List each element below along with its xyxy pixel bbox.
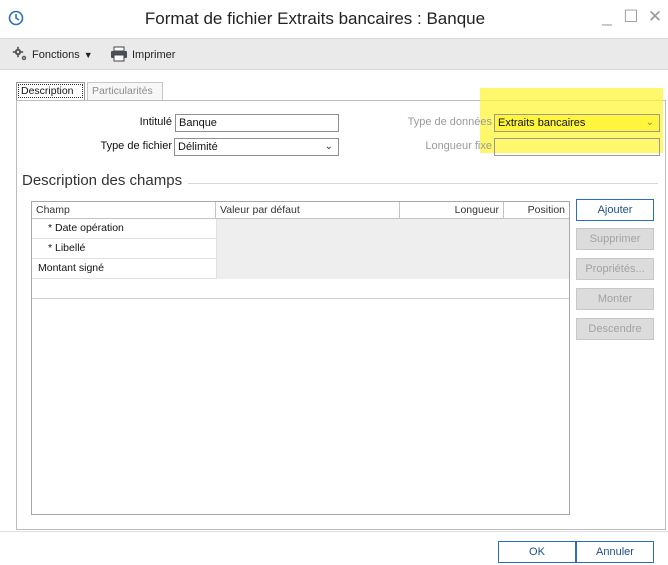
chevron-down-icon: ⌄ [645,117,654,128]
print-button[interactable]: Imprimer [110,39,175,71]
table-row-empty[interactable] [32,279,569,299]
cell-champ: * Date opération [48,222,124,234]
cell-valeur [216,219,569,239]
move-up-button[interactable]: Monter [576,288,654,310]
minimize-button[interactable]: _ [596,6,618,28]
longueur-fixe-label: Longueur fixe [425,140,492,152]
table-row[interactable]: * Date opération [32,219,569,239]
column-header-champ[interactable]: Champ [32,202,216,219]
type-fichier-select[interactable]: Délimité ⌄ [174,138,339,156]
type-fichier-value: Délimité [178,141,218,153]
cell-champ: Montant signé [38,262,104,274]
column-header-longueur[interactable]: Longueur [400,202,504,219]
type-fichier-label: Type de fichier [100,140,172,152]
add-button[interactable]: Ajouter [576,199,654,221]
longueur-fixe-input[interactable] [494,138,660,156]
type-donnees-select[interactable]: Extraits bancaires ⌄ [494,114,660,132]
caret-down-icon: ▼ [83,50,93,60]
cell-valeur [216,239,569,259]
table-row[interactable]: * Libellé [32,239,569,259]
window-title: Format de fichier Extraits bancaires : B… [144,9,486,28]
printer-icon [110,46,128,65]
ok-button[interactable]: OK [498,541,576,563]
fields-grid[interactable]: Champ Valeur par défaut Longueur Positio… [31,201,570,515]
cell-champ: * Libellé [48,242,86,254]
chevron-down-icon: ⌄ [324,141,333,152]
tab-description[interactable]: Description [16,82,85,100]
section-title: Description des champs [22,172,183,189]
intitule-label: Intitulé [139,116,172,128]
functions-menu-button[interactable]: Fonctions ▼ [12,39,93,71]
gear-icon [12,46,28,65]
print-label: Imprimer [132,49,176,61]
properties-button[interactable]: Propriétés... [576,258,654,280]
tab-particularites[interactable]: Particularités [87,82,163,100]
table-row[interactable]: Montant signé [32,259,569,279]
move-down-button[interactable]: Descendre [576,318,654,340]
type-donnees-value: Extraits bancaires [498,117,586,129]
intitule-input[interactable]: Banque [175,114,339,132]
column-header-position[interactable]: Position [504,202,569,219]
section-divider [188,183,658,184]
type-donnees-label: Type de données [407,116,492,128]
delete-button[interactable]: Supprimer [576,228,654,250]
cell-valeur [216,259,569,279]
cancel-button[interactable]: Annuler [576,541,654,563]
close-button[interactable]: ✕ [644,6,666,28]
functions-label: Fonctions [32,49,80,61]
toolbar: Fonctions ▼ Imprimer [0,38,668,70]
column-header-valeur[interactable]: Valeur par défaut [216,202,400,219]
maximize-button[interactable]: ☐ [620,6,642,28]
